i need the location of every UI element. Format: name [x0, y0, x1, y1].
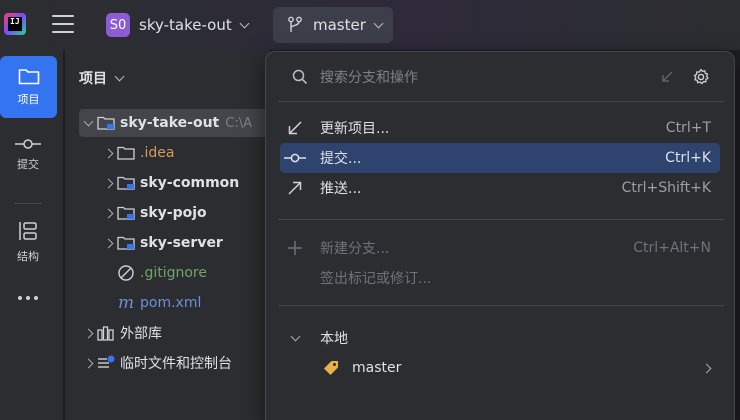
search-input[interactable]: 搜索分支和操作: [320, 67, 418, 87]
chevron-right-icon[interactable]: [99, 238, 117, 248]
divider: [278, 305, 724, 306]
tool-commit[interactable]: 提交: [0, 138, 56, 172]
search-icon: [292, 69, 308, 85]
tree-row[interactable]: .gitignore: [79, 259, 265, 287]
action-label: 新建分支...: [320, 241, 390, 257]
tree-row[interactable]: m pom.xml: [79, 289, 265, 317]
gitignore-icon: [118, 265, 134, 281]
tree-label: sky-take-out: [120, 115, 220, 131]
tree-label: pom.xml: [140, 295, 202, 311]
tree-row[interactable]: sky-server: [79, 229, 265, 257]
tree-row[interactable]: .idea: [79, 139, 265, 167]
tag-icon: [324, 361, 338, 375]
chevron-right-icon[interactable]: [99, 148, 117, 158]
action-label: 提交...: [320, 151, 362, 167]
action-update-project[interactable]: 更新项目... Ctrl+T: [280, 113, 720, 143]
group-local[interactable]: 本地: [280, 323, 720, 353]
structure-icon: [19, 222, 37, 240]
chevron-right-icon[interactable]: [79, 328, 97, 338]
hamburger-line: [52, 23, 74, 25]
update-arrow-icon: [288, 121, 302, 135]
action-shortcut: Ctrl+T: [665, 120, 711, 136]
tree-row[interactable]: 临时文件和控制台: [79, 349, 265, 377]
title-bar: IJ S0 sky-take-out master: [0, 0, 740, 50]
tree-label: 临时文件和控制台: [120, 356, 232, 372]
project-panel: 项目 sky-take-out C:\A .idea sky-common sk…: [65, 50, 270, 420]
branch-selector[interactable]: master: [273, 7, 393, 43]
collapse-arrow-icon[interactable]: [660, 70, 674, 84]
project-name: sky-take-out: [139, 16, 232, 34]
divider: [278, 101, 724, 102]
git-branches-popup: 搜索分支和操作 更新项目... Ctrl+T 提交... Ctrl+K 推送..…: [265, 51, 735, 420]
chevron-down-icon: [114, 71, 125, 81]
tree-row[interactable]: sky-common: [79, 169, 265, 197]
tree-row[interactable]: 外部库: [79, 319, 265, 347]
tool-window-strip: 项目 提交 结构: [0, 50, 64, 420]
more-horizontal-icon: [18, 296, 38, 300]
chevron-down-icon[interactable]: [79, 116, 97, 126]
chevron-right-icon: [701, 363, 712, 373]
group-label: 本地: [320, 331, 348, 347]
folder-icon: [117, 146, 135, 160]
panel-title[interactable]: 项目: [79, 68, 125, 88]
chevron-right-icon[interactable]: [99, 178, 117, 188]
tool-structure[interactable]: 结构: [0, 220, 56, 264]
action-checkout-tag[interactable]: 签出标记或修订...: [280, 263, 720, 293]
tree-label: sky-server: [140, 235, 223, 251]
project-badge: S0: [106, 13, 130, 37]
main-menu-button[interactable]: [52, 15, 74, 33]
project-selector[interactable]: S0 sky-take-out: [98, 8, 256, 42]
action-label: 签出标记或修订...: [320, 271, 432, 287]
chevron-right-icon[interactable]: [99, 208, 117, 218]
commit-icon: [15, 139, 41, 149]
tree-label: 外部库: [120, 326, 162, 342]
hamburger-line: [52, 31, 74, 33]
action-shortcut: Ctrl+Alt+N: [633, 240, 711, 256]
action-push[interactable]: 推送... Ctrl+Shift+K: [280, 173, 720, 203]
tree-label: sky-common: [140, 175, 240, 191]
chevron-down-icon: [239, 18, 250, 28]
divider: [278, 219, 724, 220]
action-commit[interactable]: 提交... Ctrl+K: [280, 143, 720, 173]
action-label: 更新项目...: [320, 121, 390, 137]
folder-icon: [18, 69, 39, 85]
plus-icon: [288, 241, 302, 255]
chevron-right-icon[interactable]: [79, 358, 97, 368]
tree-row[interactable]: sky-pojo: [79, 199, 265, 227]
divider: [14, 203, 42, 204]
branch-item-master[interactable]: master: [280, 353, 720, 383]
git-branch-icon: [288, 16, 302, 32]
tree-label: sky-pojo: [140, 205, 207, 221]
library-icon: [97, 326, 114, 341]
more-tools-button[interactable]: [0, 295, 56, 301]
scratches-icon: [98, 355, 115, 368]
module-folder-icon: [117, 236, 135, 250]
module-folder-icon: [117, 206, 135, 220]
hamburger-line: [52, 15, 74, 17]
module-folder-icon: [117, 176, 135, 190]
tool-label: 结构: [17, 250, 39, 263]
tool-label: 提交: [17, 158, 39, 171]
tree-path: C:\A: [225, 115, 252, 131]
tree-label: .gitignore: [140, 265, 207, 281]
tree-row-root[interactable]: sky-take-out C:\A: [79, 109, 270, 137]
search-field[interactable]: 搜索分支和操作: [280, 62, 720, 92]
tool-label: 项目: [17, 93, 40, 106]
action-new-branch[interactable]: 新建分支... Ctrl+Alt+N: [280, 233, 720, 263]
action-shortcut: Ctrl+K: [665, 150, 711, 166]
maven-icon: m: [117, 293, 135, 313]
commit-icon: [284, 153, 306, 163]
branch-label: master: [352, 360, 402, 376]
gear-icon[interactable]: [692, 68, 710, 86]
tool-project[interactable]: 项目: [0, 56, 57, 118]
push-arrow-icon: [288, 181, 302, 195]
action-label: 推送...: [320, 181, 362, 197]
tree-label: .idea: [140, 145, 175, 161]
branch-name: master: [313, 16, 366, 34]
chevron-down-icon: [373, 18, 384, 28]
action-shortcut: Ctrl+Shift+K: [621, 180, 711, 196]
module-folder-icon: [97, 116, 115, 130]
intellij-logo-icon[interactable]: IJ: [4, 13, 26, 35]
chevron-down-icon: [290, 331, 300, 341]
